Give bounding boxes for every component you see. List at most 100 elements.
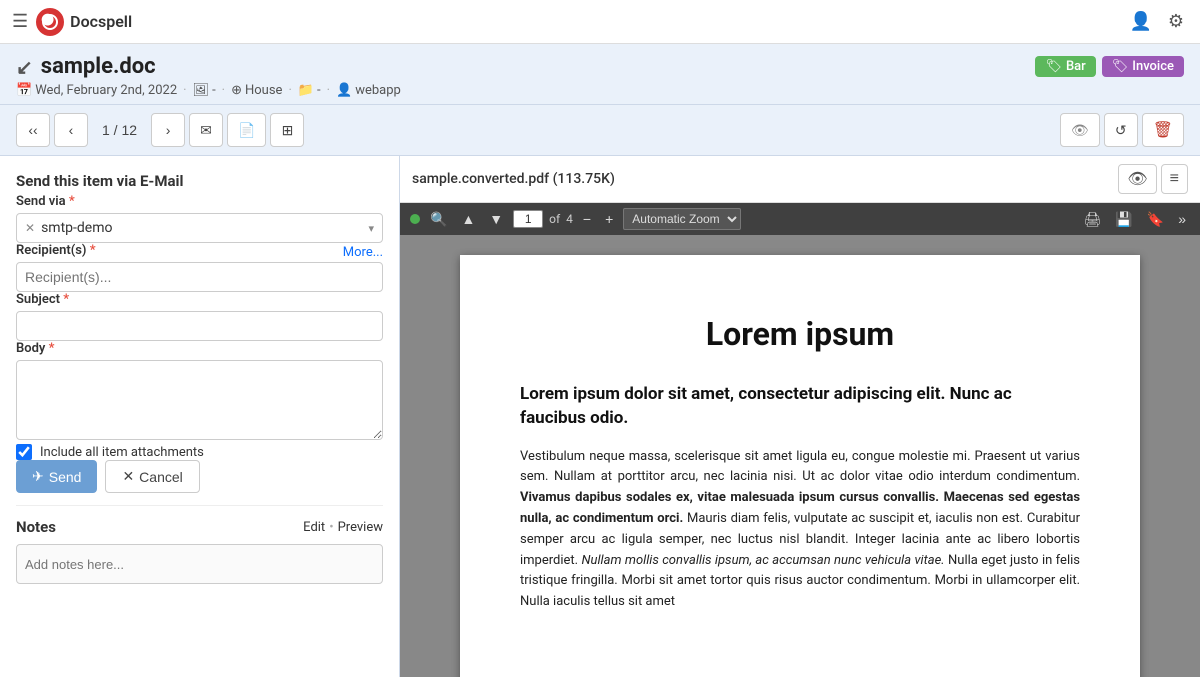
pdf-header: sample.converted.pdf (113.75K) 👁 ≡ <box>400 156 1200 203</box>
pdf-zoom-select[interactable]: Automatic Zoom <box>623 208 741 230</box>
prev-page-button[interactable]: ‹ <box>54 113 88 147</box>
send-icon: ✈ <box>32 468 44 485</box>
pdf-zoom-in-button[interactable]: + <box>601 209 617 229</box>
notes-actions: Edit • Preview <box>303 520 383 535</box>
pdf-more-button[interactable]: » <box>1174 209 1190 229</box>
subject-field: Subject * <box>16 292 383 341</box>
body-textarea[interactable] <box>16 360 383 440</box>
pdf-down-button[interactable]: ▼ <box>485 209 507 229</box>
page-indicator: 1 / 12 <box>92 113 147 147</box>
delete-button[interactable]: 🗑 <box>1142 113 1184 147</box>
cancel-icon: ✕ <box>122 468 134 485</box>
app-name: Docspell <box>70 12 132 31</box>
pdf-main-title: Lorem ipsum <box>520 315 1080 353</box>
pdf-zoom-out-button[interactable]: − <box>579 209 595 229</box>
refresh-button[interactable]: ↺ <box>1104 113 1138 147</box>
next-page-button[interactable]: › <box>151 113 185 147</box>
doc-org: ⊕ House <box>231 83 282 98</box>
doc-header: ↙ sample.doc 🏷 Bar 🏷 Invoice 📅 Wed, Febr… <box>0 44 1200 105</box>
pdf-body-italic1: Nullam mollis convallis ipsum, ac accums… <box>582 553 945 568</box>
first-page-button[interactable]: ‹‹ <box>16 113 50 147</box>
pdf-download-button[interactable]: 💾 <box>1111 209 1136 230</box>
main-toolbar: ‹‹ ‹ 1 / 12 › ✉ 📄 ⊞ 👁 ↺ 🗑 <box>0 105 1200 156</box>
pdf-page: Lorem ipsum Lorem ipsum dolor sit amet, … <box>460 255 1140 677</box>
cancel-button[interactable]: ✕ Cancel <box>105 460 199 493</box>
doc-date: 📅 Wed, February 2nd, 2022 <box>16 83 177 98</box>
user-icon[interactable]: 👤 <box>1125 7 1155 36</box>
pdf-toolbar: 🔍 ▲ ▼ of 4 − + Automatic Zoom 🖨 💾 🔖 » <box>400 203 1200 235</box>
doc-owner: 👤 webapp <box>336 83 401 98</box>
doc-meta: 📅 Wed, February 2nd, 2022 · 🖼 - · ⊕ Hous… <box>16 83 1184 98</box>
pdf-search-button[interactable]: 🔍 <box>426 209 451 230</box>
pdf-body-text1: Vestibulum neque massa, scelerisque sit … <box>520 449 1080 485</box>
send-via-select[interactable]: ✕ smtp-demo ▾ <box>16 213 383 243</box>
pdf-menu-button[interactable]: ≡ <box>1161 164 1188 194</box>
more-link[interactable]: More... <box>343 245 383 260</box>
notes-sep: • <box>329 520 333 535</box>
org-icon: ⊕ <box>231 83 242 98</box>
grid-view-button[interactable]: ⊞ <box>270 113 304 147</box>
send-button[interactable]: ✈ Send <box>16 460 97 493</box>
email-form-title: Send this item via E-Mail <box>16 172 383 190</box>
pdf-eye-button[interactable]: 👁 <box>1118 164 1156 194</box>
attachments-row: Include all item attachments <box>16 444 383 460</box>
tag-icon: 🏷 <box>1045 59 1062 74</box>
pdf-filename: sample.converted.pdf (113.75K) <box>412 171 615 187</box>
logo-icon <box>36 8 64 36</box>
recipients-label: Recipient(s) * <box>16 243 96 258</box>
main-content: Send this item via E-Mail Send via * ✕ s… <box>0 156 1200 677</box>
recipients-header: Recipient(s) * More... <box>16 243 383 262</box>
pdf-print-button[interactable]: 🖨 <box>1080 209 1106 230</box>
doc-view-button[interactable]: 📄 <box>227 113 266 147</box>
notes-preview-button[interactable]: Preview <box>338 520 383 535</box>
recipients-field: Recipient(s) * More... <box>16 243 383 292</box>
send-via-field: Send via * ✕ smtp-demo ▾ <box>16 194 383 243</box>
image-icon: 🖼 <box>193 83 210 98</box>
notes-header: Notes Edit • Preview <box>16 518 383 536</box>
menu-icon[interactable]: ☰ <box>12 11 28 32</box>
notes-title: Notes <box>16 518 56 536</box>
pdf-page-input[interactable] <box>513 210 543 228</box>
attachments-checkbox[interactable] <box>16 444 32 460</box>
email-view-button[interactable]: ✉ <box>189 113 223 147</box>
pdf-subtitle: Lorem ipsum dolor sit amet, consectetur … <box>520 383 1080 431</box>
page-info: 1 / 12 <box>92 113 147 147</box>
calendar-icon: 📅 <box>16 83 32 98</box>
settings-icon[interactable]: ⚙ <box>1164 7 1188 36</box>
doc-tags: 🏷 Bar 🏷 Invoice <box>1035 56 1184 77</box>
owner-icon: 👤 <box>336 83 352 98</box>
topnav: ☰ Docspell 👤 ⚙ <box>0 0 1200 44</box>
pdf-bookmark-button[interactable]: 🔖 <box>1143 209 1168 230</box>
pdf-indicator <box>410 214 420 224</box>
pdf-of-text: of <box>549 212 560 226</box>
pdf-content[interactable]: Lorem ipsum Lorem ipsum dolor sit amet, … <box>400 235 1200 677</box>
chevron-down-icon: ▾ <box>368 222 374 235</box>
notes-section: Notes Edit • Preview <box>16 505 383 584</box>
doc-arrow-icon: ↙ <box>16 55 33 79</box>
pdf-body: Vestibulum neque massa, scelerisque sit … <box>520 447 1080 613</box>
body-field: Body * <box>16 341 383 444</box>
attachments-label: Include all item attachments <box>40 445 204 460</box>
pdf-total-pages: 4 <box>566 212 573 226</box>
notes-input[interactable] <box>16 544 383 584</box>
subject-input[interactable] <box>16 311 383 341</box>
left-panel: Send this item via E-Mail Send via * ✕ s… <box>0 156 400 677</box>
pdf-viewer: sample.converted.pdf (113.75K) 👁 ≡ 🔍 ▲ ▼… <box>400 156 1200 677</box>
doc-folder: 📁 - <box>298 83 321 98</box>
doc-title: sample.doc <box>41 54 156 79</box>
eye-slash-button[interactable]: 👁 <box>1060 113 1100 147</box>
folder-icon: 📁 <box>298 83 314 98</box>
recipients-input[interactable] <box>16 262 383 292</box>
tag-bar[interactable]: 🏷 Bar <box>1035 56 1095 77</box>
tag-invoice[interactable]: 🏷 Invoice <box>1102 56 1184 77</box>
email-form: Send this item via E-Mail Send via * ✕ s… <box>16 172 383 493</box>
clear-icon[interactable]: ✕ <box>25 221 35 235</box>
form-actions: ✈ Send ✕ Cancel <box>16 460 383 493</box>
body-label: Body * <box>16 341 383 356</box>
tag-icon2: 🏷 <box>1112 59 1129 74</box>
notes-edit-button[interactable]: Edit <box>303 520 325 535</box>
subject-label: Subject * <box>16 292 383 307</box>
app-logo: Docspell <box>36 8 132 36</box>
pdf-up-button[interactable]: ▲ <box>457 209 479 229</box>
pdf-header-actions: 👁 ≡ <box>1118 164 1188 194</box>
